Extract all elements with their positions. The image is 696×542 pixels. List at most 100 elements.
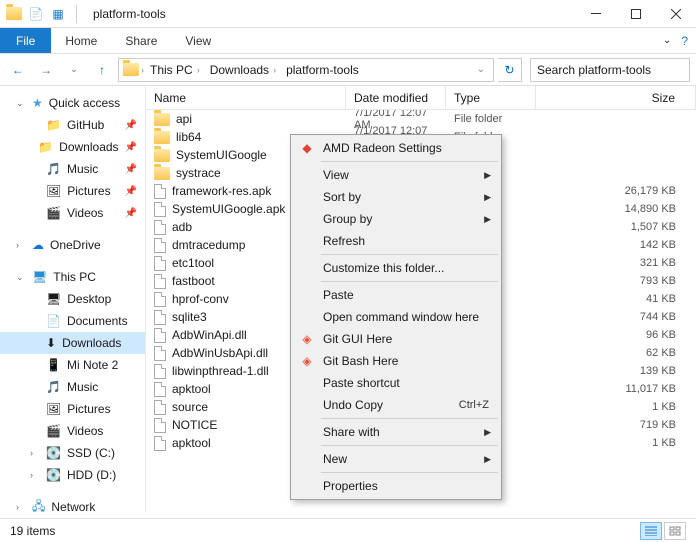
- file-icon: [154, 328, 166, 343]
- nav-item[interactable]: ⬇Downloads: [0, 332, 145, 354]
- folder-icon: 📁: [38, 140, 53, 154]
- nav-network[interactable]: ›🖧Network: [0, 496, 145, 512]
- refresh-button[interactable]: ↻: [498, 58, 522, 82]
- recent-button[interactable]: ⌄: [62, 58, 86, 82]
- folder-icon: 📁: [46, 118, 61, 132]
- tab-view[interactable]: View: [171, 28, 225, 53]
- qat-new-icon[interactable]: 📄: [28, 6, 44, 22]
- history-dropdown-icon[interactable]: ⌄: [477, 64, 489, 75]
- window-title: platform-tools: [93, 7, 166, 21]
- ribbon-expand-icon[interactable]: ⌄: [663, 35, 671, 46]
- ctx-item[interactable]: Refresh: [293, 230, 499, 252]
- ctx-item[interactable]: Properties: [293, 475, 499, 497]
- tab-home[interactable]: Home: [51, 28, 111, 53]
- nav-item[interactable]: 🖼Pictures: [0, 398, 145, 420]
- music-icon: 🎵: [46, 162, 61, 176]
- pin-icon: 📌: [125, 142, 137, 153]
- search-input[interactable]: Search platform-tools: [530, 58, 690, 82]
- git-icon: ◈: [299, 353, 315, 369]
- file-icon: [154, 310, 166, 325]
- file-icon: [154, 184, 166, 199]
- col-type[interactable]: Type: [446, 86, 536, 109]
- ctx-item: Paste: [293, 284, 499, 306]
- breadcrumb-item[interactable]: platform-tools: [282, 63, 363, 77]
- nav-item[interactable]: ›💽SSD (C:): [0, 442, 145, 464]
- file-icon: [154, 220, 166, 235]
- ctx-item[interactable]: Sort by▶: [293, 186, 499, 208]
- ctx-item[interactable]: Undo CopyCtrl+Z: [293, 394, 499, 416]
- pin-icon: 📌: [125, 120, 137, 131]
- help-icon[interactable]: ?: [681, 34, 688, 48]
- nav-item[interactable]: ›💽HDD (D:): [0, 464, 145, 486]
- nav-item[interactable]: 🎵Music📌: [0, 158, 145, 180]
- nav-pane: ⌄★Quick access📁GitHub📌📁Downloads📌🎵Music📌…: [0, 86, 145, 512]
- statusbar: 19 items: [0, 518, 696, 542]
- file-icon: [154, 364, 166, 379]
- folder-icon: [154, 113, 170, 126]
- amd-icon: ◆: [299, 140, 315, 156]
- view-large-button[interactable]: [664, 522, 686, 540]
- submenu-arrow-icon: ▶: [484, 214, 491, 225]
- maximize-button[interactable]: [616, 0, 656, 28]
- up-button[interactable]: ↑: [90, 58, 114, 82]
- folder-icon: [154, 131, 170, 144]
- nav-item[interactable]: 🖥Desktop: [0, 288, 145, 310]
- ctx-item[interactable]: Share with▶: [293, 421, 499, 443]
- breadcrumb-item[interactable]: Downloads›: [206, 63, 280, 77]
- nav-item[interactable]: 📄Documents: [0, 310, 145, 332]
- file-icon: [154, 274, 166, 289]
- file-icon: [154, 238, 166, 253]
- tab-share[interactable]: Share: [111, 28, 171, 53]
- nav-item[interactable]: 🎬Videos📌: [0, 202, 145, 224]
- nav-item[interactable]: 🎬Videos: [0, 420, 145, 442]
- minimize-button[interactable]: [576, 0, 616, 28]
- nav-item[interactable]: 📱Mi Note 2: [0, 354, 145, 376]
- nav-item[interactable]: 📁Downloads📌: [0, 136, 145, 158]
- videos-icon: 🎬: [46, 206, 61, 220]
- device-icon: 📱: [46, 358, 61, 372]
- file-icon: [154, 418, 166, 433]
- submenu-arrow-icon: ▶: [484, 170, 491, 181]
- ctx-item[interactable]: Open command window here: [293, 306, 499, 328]
- nav-quick-access[interactable]: ⌄★Quick access: [0, 92, 145, 114]
- folder-icon: [154, 149, 170, 162]
- forward-button[interactable]: →: [34, 58, 58, 82]
- col-size[interactable]: Size: [536, 86, 696, 109]
- file-icon: [154, 400, 166, 415]
- view-details-button[interactable]: [640, 522, 662, 540]
- address-bar[interactable]: › This PC› Downloads› platform-tools ⌄: [118, 58, 494, 82]
- ctx-item[interactable]: ◆AMD Radeon Settings: [293, 137, 499, 159]
- back-button[interactable]: ←: [6, 58, 30, 82]
- qat-props-icon[interactable]: ▦: [50, 6, 66, 22]
- file-icon: [154, 346, 166, 361]
- titlebar: 📄 ▦ platform-tools: [0, 0, 696, 28]
- ctx-item[interactable]: New▶: [293, 448, 499, 470]
- nav-onedrive[interactable]: ›☁OneDrive: [0, 234, 145, 256]
- col-name[interactable]: Name: [146, 86, 346, 109]
- close-button[interactable]: [656, 0, 696, 28]
- nav-item[interactable]: 🖼Pictures📌: [0, 180, 145, 202]
- column-headers: Name Date modified Type Size: [146, 86, 696, 110]
- pin-icon: 📌: [125, 186, 137, 197]
- nav-item[interactable]: 🎵Music: [0, 376, 145, 398]
- drive-icon: 💽: [46, 468, 61, 482]
- ctx-item[interactable]: View▶: [293, 164, 499, 186]
- nav-this-pc[interactable]: ⌄🖥This PC: [0, 266, 145, 288]
- pin-icon: 📌: [125, 164, 137, 175]
- videos-icon: 🎬: [46, 424, 61, 438]
- submenu-arrow-icon: ▶: [484, 454, 491, 465]
- nav-item[interactable]: 📁GitHub📌: [0, 114, 145, 136]
- context-menu: ◆AMD Radeon Settings View▶Sort by▶Group b…: [290, 134, 502, 500]
- ctx-item[interactable]: ◈Git Bash Here: [293, 350, 499, 372]
- ctx-item[interactable]: Customize this folder...: [293, 257, 499, 279]
- ctx-item[interactable]: Group by▶: [293, 208, 499, 230]
- col-date[interactable]: Date modified: [346, 86, 446, 109]
- pc-icon: 🖥: [32, 270, 47, 284]
- folder-icon: [154, 167, 170, 180]
- file-tab[interactable]: File: [0, 28, 51, 53]
- documents-icon: 📄: [46, 314, 61, 328]
- file-icon: [154, 292, 166, 307]
- breadcrumb-item[interactable]: This PC›: [146, 63, 204, 77]
- folder-icon: [123, 62, 139, 78]
- ctx-item[interactable]: ◈Git GUI Here: [293, 328, 499, 350]
